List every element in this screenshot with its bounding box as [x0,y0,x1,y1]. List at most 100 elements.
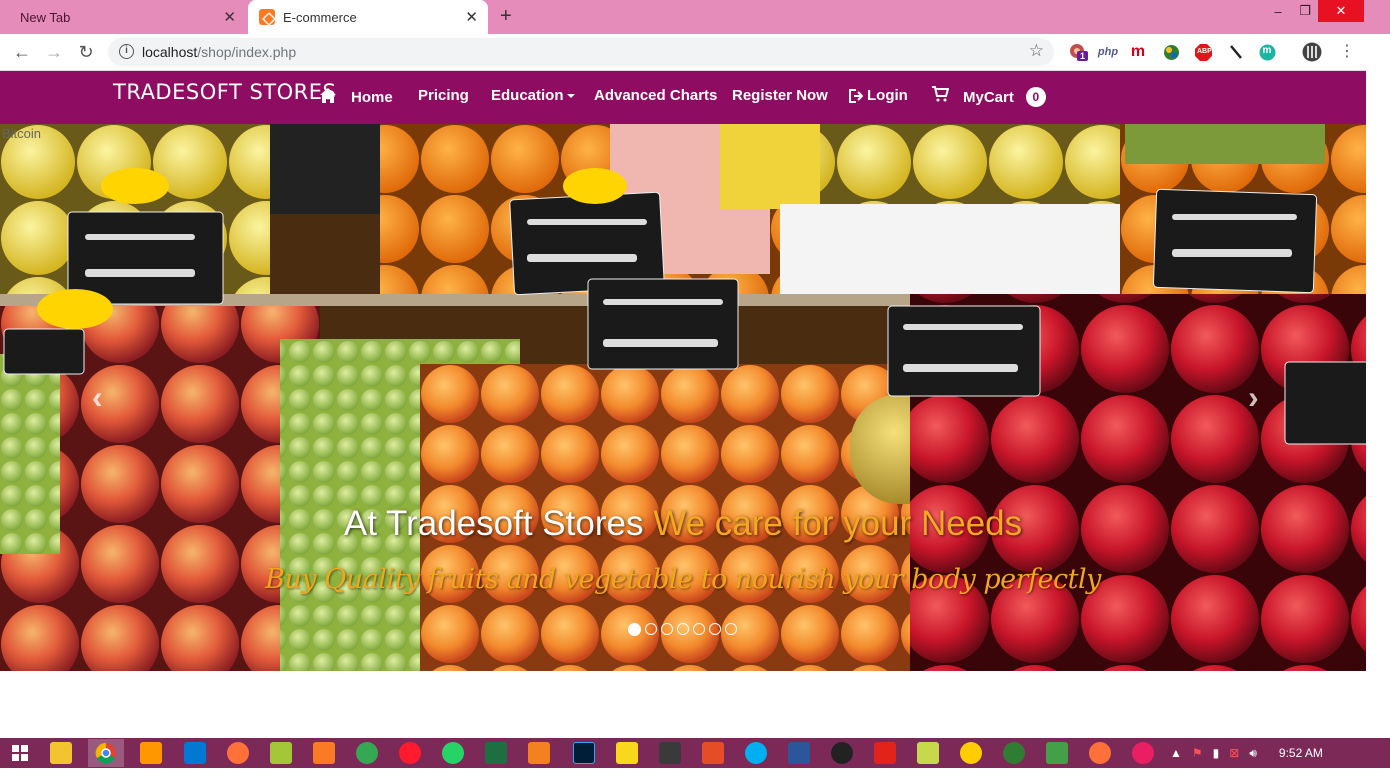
extension-mint-icon[interactable]: m [1258,43,1276,61]
address-bar[interactable]: i localhost/shop/index.php ☆ [108,38,1054,66]
nav-login[interactable]: Login [847,87,908,104]
obs-icon[interactable] [831,742,853,764]
nav-pricing[interactable]: Pricing [418,87,469,104]
nav-cart[interactable]: MyCart 0 [931,86,1046,107]
shopping-cart-icon [932,86,949,102]
notes-app-icon[interactable] [917,742,939,764]
minimize-button[interactable]: – [1263,0,1293,22]
nav-login-label: Login [867,87,908,104]
close-tab-icon[interactable]: ✕ [223,8,236,26]
media-player-icon[interactable] [616,742,638,764]
home-icon [320,88,336,103]
volume-icon[interactable]: 🔊︎ [1249,746,1257,761]
chrome-taskbar-button[interactable] [88,739,124,767]
carousel-indicator-dot[interactable] [709,623,721,635]
battery-icon[interactable]: ▮ [1213,746,1220,760]
settings-app-icon[interactable] [356,742,378,764]
carousel-indicators [628,623,741,636]
tab-ecommerce[interactable]: E-commerce ✕ [248,0,488,34]
nav-education-dropdown[interactable]: Education [491,87,582,104]
profile-avatar[interactable] [1302,42,1322,62]
notification-icon[interactable]: ⊠ [1229,746,1239,760]
site-info-icon[interactable]: i [119,44,134,59]
nav-cart-label: MyCart [963,88,1014,106]
restore-button[interactable]: ❐ [1290,0,1320,22]
globe-app-icon[interactable] [1046,742,1068,764]
skype-icon[interactable] [745,742,767,764]
flag-app-icon[interactable] [659,742,681,764]
carousel-indicator-dot[interactable] [661,623,673,635]
broken-image-alt: Bitcoin [2,126,42,141]
carousel-prev-chevron-icon[interactable]: ‹ [92,379,103,416]
extension-php-icon[interactable]: php [1097,43,1119,61]
cart-count-badge: 0 [1025,87,1046,107]
tab-label: E-commerce [283,9,357,25]
firefox-icon[interactable] [227,742,249,764]
sublime-text-icon[interactable] [140,742,162,764]
whatsapp-icon[interactable] [442,742,464,764]
target-app-icon[interactable] [1132,742,1154,764]
pdf-app-icon[interactable] [874,742,896,764]
nav-register-label: Register Now [732,87,828,104]
address-host: localhost [142,44,198,60]
xampp-favicon-icon [259,9,275,25]
new-tab-button[interactable]: + [500,5,512,28]
tab-label: New Tab [20,9,71,25]
excel-icon[interactable] [485,742,507,764]
carousel-indicator-dot[interactable] [677,623,689,635]
browser-toolbar: ← → ↻ i localhost/shop/index.php ☆ 1 php… [0,34,1366,71]
hero-carousel: Bitcoin ‹ › At Tradesoft Stores We care … [0,124,1366,671]
carousel-caption: At Tradesoft Stores We care for your Nee… [0,504,1366,544]
git-client-icon[interactable] [702,742,724,764]
carousel-indicator-dot[interactable] [645,623,657,635]
system-tray: ▲ ⚑ ▮ ⊠ 🔊︎ 9:52 AM [1170,738,1323,768]
nav-register[interactable]: Register Now [732,87,828,104]
opera-icon[interactable] [399,742,421,764]
windows-start-icon[interactable] [12,745,28,761]
extension-m-icon[interactable]: m [1129,43,1147,61]
brand-logo[interactable]: TRADESOFT STORES [113,80,336,104]
extension-slash-icon[interactable] [1227,43,1245,61]
extension-tampermonkey-icon[interactable]: 1 [1068,43,1089,61]
photoshop-icon[interactable] [573,742,595,764]
firefox-dev-icon[interactable] [1089,742,1111,764]
android-studio-icon[interactable] [270,742,292,764]
xampp-icon[interactable] [313,742,335,764]
forward-arrow-icon[interactable]: → [41,40,67,64]
close-window-button[interactable]: ✕ [1318,0,1364,22]
extension-globe-icon[interactable] [1162,43,1180,61]
nav-education-label: Education [491,87,564,104]
nav-home-label: Home [351,89,393,106]
nav-home[interactable]: Home [319,85,393,106]
carousel-next-chevron-icon[interactable]: › [1248,379,1259,416]
carousel-subcaption: Buy Quality fruits and vegetable to nour… [265,564,1101,595]
windows-taskbar: ▲ ⚑ ▮ ⊠ 🔊︎ 9:52 AM [0,738,1390,768]
carousel-indicator-dot[interactable] [725,623,737,635]
carousel-indicator-dot[interactable] [628,623,641,636]
extension-badge: 1 [1077,51,1089,61]
taskbar-clock[interactable]: 9:52 AM [1279,746,1323,760]
file-explorer-icon[interactable] [50,742,72,764]
vscode-icon[interactable] [184,742,206,764]
vlc-icon[interactable] [528,742,550,764]
carousel-indicator-dot[interactable] [693,623,705,635]
caption-part2: We care for your Needs [653,504,1023,543]
recorder-app-icon[interactable] [1003,742,1025,764]
close-tab-icon[interactable]: ✕ [465,8,478,26]
browser-menu-icon[interactable]: ⋮ [1334,40,1360,64]
nav-advanced-charts-label: Advanced Charts [594,87,718,104]
extension-adblock-icon[interactable]: ABP [1194,43,1212,61]
tab-new-tab[interactable]: New Tab ✕ [0,0,246,34]
nav-pricing-label: Pricing [418,87,469,104]
site-navbar: TRADESOFT STORES Home Pricing Education … [0,71,1366,124]
nav-advanced-charts[interactable]: Advanced Charts [594,87,717,104]
reload-icon[interactable]: ↻ [73,40,99,64]
back-arrow-icon[interactable]: ← [9,40,35,64]
word-icon[interactable] [788,742,810,764]
warning-app-icon[interactable] [960,742,982,764]
tray-overflow-chevron-icon[interactable]: ▲ [1170,746,1182,760]
bookmark-star-icon[interactable]: ☆ [1029,41,1044,61]
login-icon [849,88,863,103]
network-warning-icon[interactable]: ⚑ [1192,746,1203,760]
mint-label: m [1262,45,1272,56]
